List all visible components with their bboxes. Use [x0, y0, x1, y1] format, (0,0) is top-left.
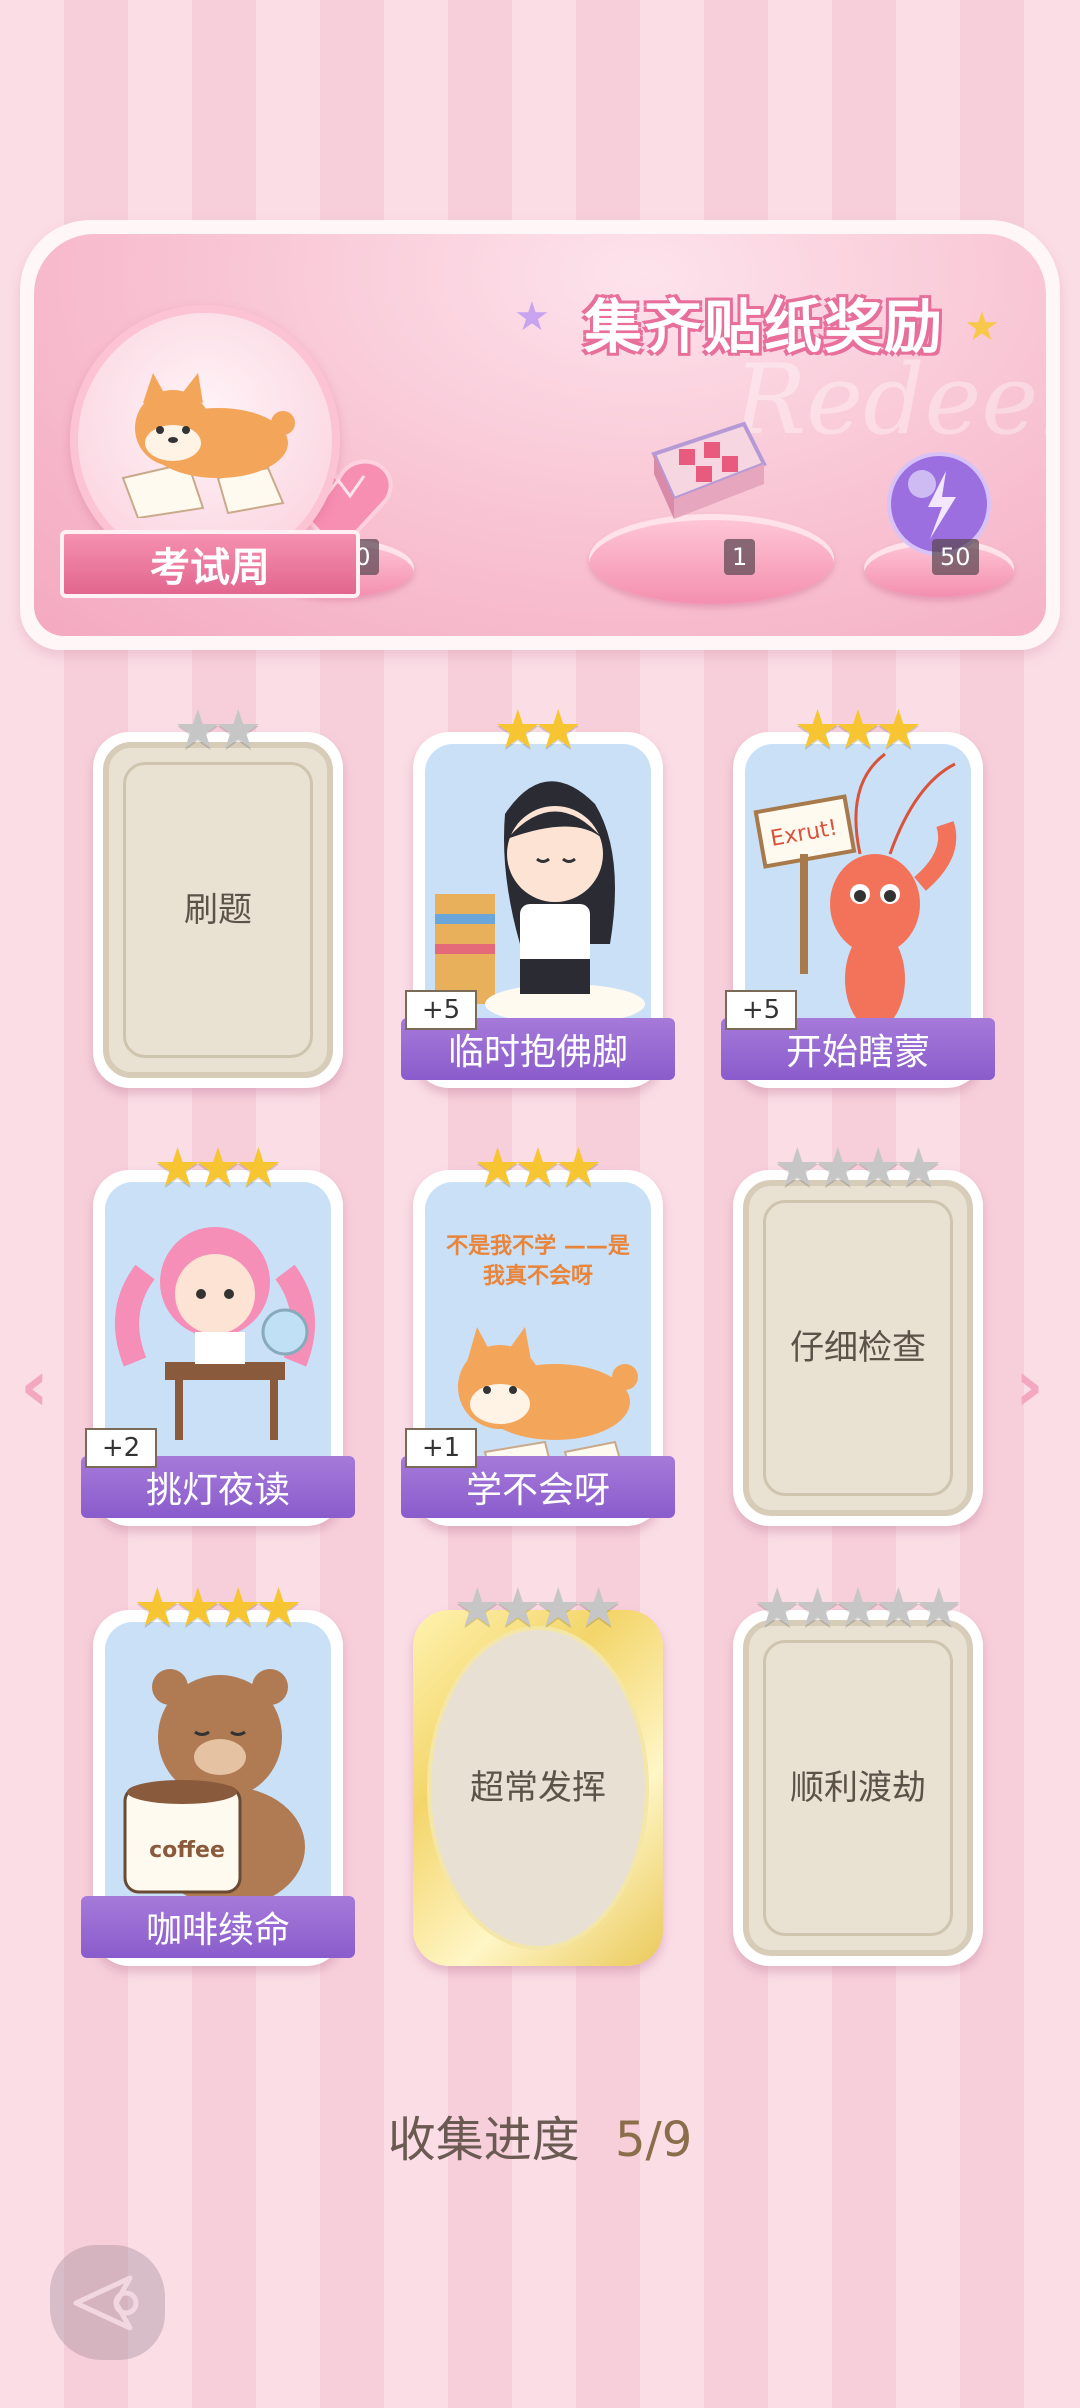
star-rating: ★ ★ ★ ★ ★: [733, 1580, 983, 1636]
collection-progress: 收集进度 5/9: [0, 2100, 1080, 2170]
star-filled-icon: ★: [254, 1576, 303, 1639]
star-decoration-icon: ★: [514, 294, 550, 340]
back-button[interactable]: [50, 2245, 165, 2360]
star-filled-icon: ★: [554, 1136, 603, 1199]
star-rating: ★ ★ ★: [733, 702, 983, 758]
sticker-card[interactable]: ★ ★ 刷题: [93, 702, 343, 1088]
cup-text: coffee: [149, 1838, 225, 1863]
star-rating: ★ ★: [413, 702, 663, 758]
sticker-card[interactable]: ★ ★ ★ Exrut! +5 开始瞎蒙: [721, 702, 995, 1088]
reward-count: 1: [724, 539, 756, 575]
card-name: 仔细检查: [790, 1328, 926, 1368]
star-empty-icon: ★: [914, 1576, 964, 1639]
sticker-card[interactable]: ★ ★ ★ ★ 超常发挥: [413, 1580, 663, 1966]
back-arrow-icon: [73, 2275, 138, 2330]
star-rating: ★ ★ ★ ★: [733, 1140, 983, 1196]
next-page-arrow-icon[interactable]: ›: [1015, 1345, 1044, 1427]
bonus-tag: +5: [405, 990, 477, 1030]
bonus-tag: +1: [405, 1428, 477, 1468]
sticker-card[interactable]: ★ ★ ★ ★ coffee 咖啡续命: [81, 1580, 355, 1966]
event-name-ribbon: 考试周: [60, 530, 360, 598]
banner-title: 集齐贴纸奖励: [583, 293, 944, 361]
bonus-tag: +5: [725, 990, 797, 1030]
sticker-card[interactable]: ★ ★ ★ +2 挑灯夜读: [81, 1140, 355, 1526]
star-rating: ★ ★ ★ ★: [93, 1580, 343, 1636]
sticker-card[interactable]: ★ ★ ★ 不是我不学 ——是我真不会呀 +1 学不会呀: [401, 1140, 675, 1526]
gift-box-icon[interactable]: [634, 404, 774, 524]
card-art-caption: 不是我不学 ——是我真不会呀: [446, 1234, 630, 1289]
bonus-tag: +2: [85, 1428, 157, 1468]
previous-page-arrow-icon[interactable]: ‹: [20, 1345, 49, 1427]
card-name: 顺利渡劫: [790, 1768, 926, 1808]
star-empty-icon: ★: [574, 1576, 623, 1639]
star-filled-icon: ★: [874, 698, 923, 761]
reward-pedestal: [589, 514, 834, 604]
card-name: 刷题: [184, 890, 252, 930]
sticker-card[interactable]: ★ ★ ★ ★ 仔细检查: [733, 1140, 983, 1526]
star-filled-icon: ★: [234, 1136, 283, 1199]
star-empty-icon: ★: [894, 1136, 943, 1199]
star-rating: ★ ★ ★: [413, 1140, 663, 1196]
star-filled-icon: ★: [534, 698, 583, 761]
star-rating: ★ ★ ★: [93, 1140, 343, 1196]
shiba-dog-icon: [121, 373, 295, 518]
card-name: 超常发挥: [470, 1768, 606, 1808]
event-badge: 考试周: [60, 305, 360, 598]
star-empty-icon: ★: [214, 698, 263, 761]
progress-label: 收集进度: [387, 2112, 580, 2168]
card-name: 咖啡续命: [81, 1896, 355, 1958]
star-rating: ★ ★: [93, 702, 343, 758]
sticker-card[interactable]: ★ ★ ★ ★ ★ 顺利渡劫: [733, 1580, 983, 1966]
star-rating: ★ ★ ★ ★: [413, 1580, 663, 1636]
progress-value: 5/9: [615, 2112, 693, 2168]
reward-count: 50: [932, 539, 979, 575]
sticker-card[interactable]: ★ ★ +5 临时抱佛脚: [401, 702, 675, 1088]
